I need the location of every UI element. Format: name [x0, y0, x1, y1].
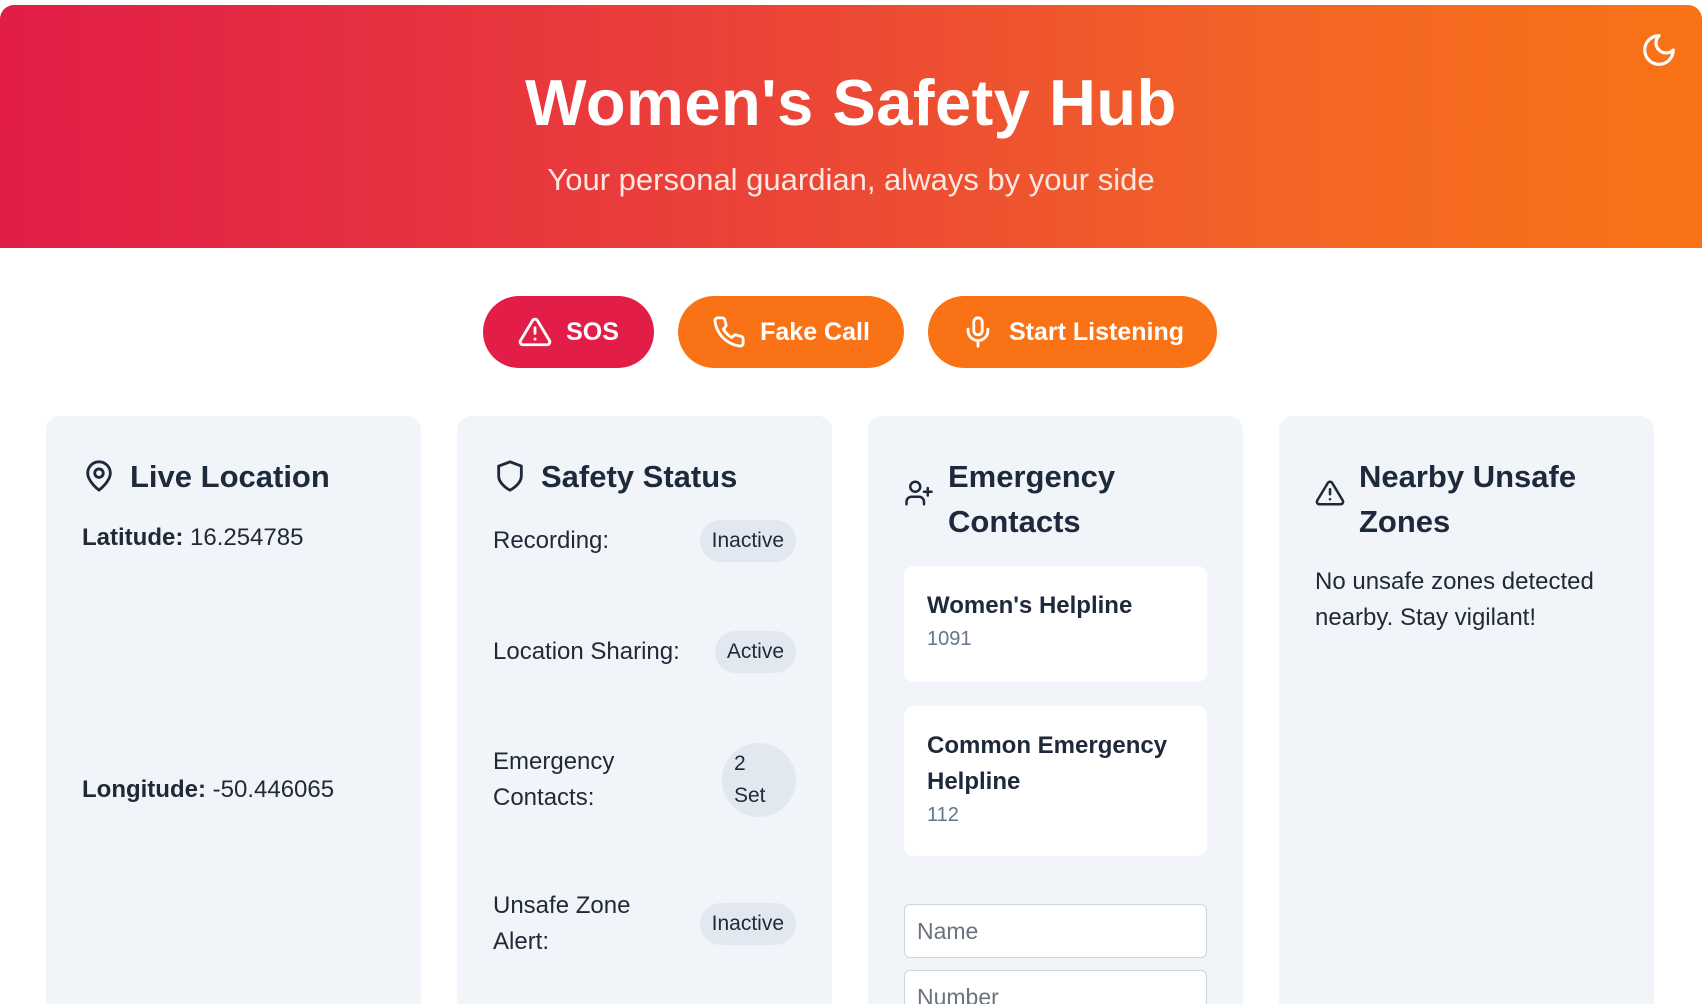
start-listening-button-label: Start Listening — [1008, 317, 1184, 346]
start-listening-button[interactable]: Start Listening — [928, 296, 1217, 368]
status-row-location-sharing: Location Sharing: Active — [493, 631, 796, 673]
longitude-value: -50.446065 — [212, 776, 335, 803]
unsafe-zones-message: No unsafe zones detected nearby. Stay vi… — [1315, 568, 1594, 631]
card-header: Safety Status — [493, 454, 737, 499]
app-header: Women's Safety Hub Your personal guardia… — [0, 5, 1702, 248]
contact-item[interactable]: Common Emergency Helpline 112 — [904, 706, 1207, 856]
alert-triangle-icon — [518, 317, 552, 347]
contact-name: Common Emergency Helpline — [927, 732, 1168, 795]
latitude-value: 16.254785 — [190, 524, 304, 551]
live-location-card: Live Location Latitude: 16.254785 Longit… — [46, 416, 421, 1004]
status-badge-count: 2 — [734, 752, 746, 775]
theme-toggle-button[interactable] — [1640, 31, 1678, 69]
status-label: Unsafe Zone Alert: — [493, 892, 631, 955]
card-title: Emergency Contacts — [948, 459, 1116, 539]
contact-name-input[interactable] — [904, 904, 1207, 958]
status-row-emergency-contacts: Emergency Contacts: 2 Set — [493, 743, 796, 817]
status-label: Location Sharing: — [493, 638, 680, 665]
status-label: Recording: — [493, 527, 610, 554]
latitude-label: Latitude: — [82, 524, 184, 551]
status-row-unsafe-zone-alert: Unsafe Zone Alert: Inactive — [493, 888, 796, 960]
contact-number-input[interactable] — [904, 970, 1207, 1004]
map-pin-icon — [86, 460, 112, 492]
fake-call-button[interactable]: Fake Call — [678, 296, 904, 368]
status-badge: Active — [714, 631, 796, 673]
status-badge: Inactive — [699, 520, 796, 562]
status-row-recording: Recording: Inactive — [493, 520, 796, 562]
moon-icon — [1643, 34, 1675, 66]
contact-item[interactable]: Women's Helpline 1091 — [904, 566, 1207, 682]
emergency-contacts-card: Emergency Contacts Women's Helpline 1091… — [868, 416, 1243, 1004]
page-title: Women's Safety Hub — [525, 66, 1177, 139]
card-title: Safety Status — [541, 459, 738, 494]
latitude-row: Latitude: 16.254785 — [82, 524, 303, 552]
card-header: Live Location — [82, 454, 330, 499]
card-header: Nearby Unsafe Zones — [1315, 454, 1599, 544]
contact-number: 1091 — [927, 628, 972, 650]
page-subtitle: Your personal guardian, always by your s… — [547, 162, 1155, 197]
contact-name: Women's Helpline — [927, 592, 1133, 619]
card-header: Emergency Contacts — [904, 454, 1148, 544]
status-badge: Inactive — [699, 903, 796, 945]
status-badge-text: Set — [734, 784, 766, 807]
fake-call-button-label: Fake Call — [760, 317, 870, 346]
unsafe-zones-card: Nearby Unsafe Zones No unsafe zones dete… — [1279, 416, 1654, 1004]
microphone-icon — [966, 316, 990, 348]
alert-triangle-icon — [1315, 480, 1345, 506]
status-badge: 2 Set — [722, 743, 796, 817]
status-label: Emergency Contacts: — [493, 748, 615, 811]
longitude-label: Longitude: — [82, 776, 206, 803]
phone-icon — [713, 316, 745, 348]
user-plus-icon — [905, 480, 933, 506]
safety-status-card: Safety Status Recording: Inactive Locati… — [457, 416, 832, 1004]
sos-button-label: SOS — [566, 317, 619, 346]
sos-button[interactable]: SOS — [483, 296, 654, 368]
card-title: Live Location — [130, 459, 330, 494]
action-bar: SOS Fake Call Start Listening — [0, 296, 1702, 368]
card-title: Nearby Unsafe Zones — [1359, 459, 1577, 539]
longitude-row: Longitude: -50.446065 — [82, 776, 334, 804]
contact-number: 112 — [927, 804, 959, 826]
shield-icon — [497, 460, 523, 492]
